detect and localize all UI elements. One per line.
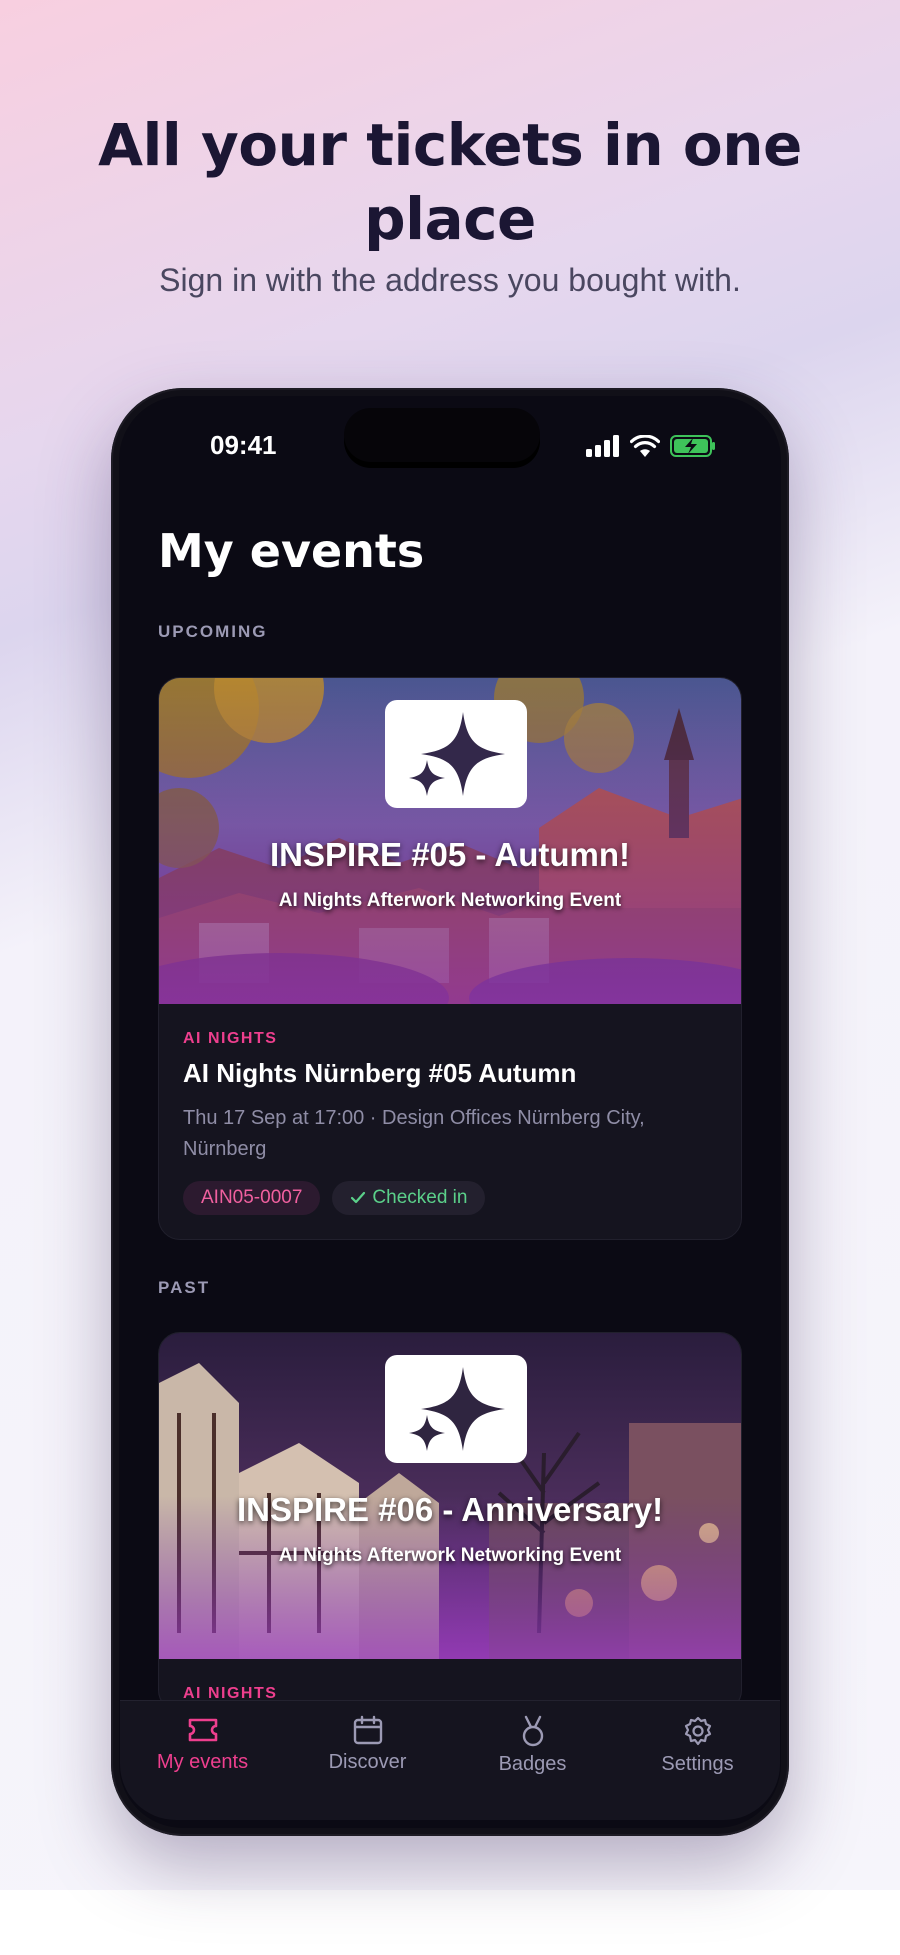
promo-headline: All your tickets in one place	[0, 108, 900, 256]
status-time: 09:41	[210, 430, 277, 460]
promo-headline-line2: place	[364, 185, 536, 253]
section-label-upcoming: UPCOMING	[158, 622, 268, 641]
promo-headline-line1: All your tickets in one	[98, 111, 802, 179]
event-chips: AIN05-0007 Checked in	[183, 1181, 717, 1215]
status-badge: Checked in	[332, 1181, 486, 1215]
ticket-code-badge: AIN05-0007	[183, 1181, 321, 1215]
event-logo	[385, 1355, 527, 1463]
event-card-past[interactable]: INSPIRE #06 - Anniversary! AI Nights Aft…	[158, 1332, 742, 1712]
ticket-code-text: AIN05-0007	[201, 1187, 303, 1208]
tab-my-events[interactable]: My events	[128, 1715, 278, 1820]
promo-subline: Sign in with the address you bought with…	[159, 262, 741, 298]
event-meta: Thu 17 Sep at 17:00 · Design Offices Nür…	[183, 1107, 645, 1160]
signal-icon	[586, 435, 619, 457]
banner-subtitle: AI Nights Afterwork Networking Event	[278, 1545, 622, 1566]
banner-title: INSPIRE #05 - Autumn!	[270, 836, 630, 873]
tab-label: Settings	[661, 1753, 734, 1775]
page-title: My events	[158, 524, 425, 578]
sparkle-logo-icon	[409, 712, 505, 796]
calendar-icon	[353, 1715, 382, 1745]
battery-charging-icon	[670, 435, 715, 457]
tab-label: Badges	[498, 1753, 567, 1775]
tab-badges[interactable]: Badges	[458, 1715, 608, 1820]
status-text: Checked in	[372, 1187, 468, 1208]
event-card-upcoming[interactable]: INSPIRE #05 - Autumn! AI Nights Afterwor…	[158, 677, 742, 1240]
tab-discover[interactable]: Discover	[293, 1715, 443, 1820]
tab-label: Discover	[328, 1751, 407, 1773]
gear-icon	[684, 1716, 711, 1746]
wifi-icon	[630, 435, 660, 457]
event-name: AI Nights Nürnberg #05 Autumn	[183, 1058, 577, 1088]
status-icons	[586, 434, 716, 458]
event-logo	[385, 700, 527, 808]
banner-subtitle: AI Nights Afterwork Networking Event	[278, 890, 622, 911]
event-card-body: AI NIGHTS AI Nights Nürnberg #05 Autumn …	[159, 1004, 741, 1239]
page-bottom-strip	[0, 1890, 900, 1955]
event-organizer: AI NIGHTS	[183, 1030, 278, 1047]
event-banner: INSPIRE #06 - Anniversary! AI Nights Aft…	[159, 1333, 741, 1659]
event-banner: INSPIRE #05 - Autumn! AI Nights Afterwor…	[159, 678, 741, 1004]
tab-label: My events	[156, 1751, 249, 1773]
bottom-tab-bar: My events Discover Badges Settings	[120, 1700, 780, 1820]
tab-settings[interactable]: Settings	[623, 1715, 773, 1820]
ticket-icon	[188, 1718, 217, 1742]
banner-title: INSPIRE #06 - Anniversary!	[236, 1491, 664, 1528]
sparkle-logo-icon	[409, 1367, 505, 1451]
section-label-past: PAST	[158, 1278, 211, 1297]
check-icon	[351, 1191, 366, 1204]
dynamic-island	[344, 408, 540, 462]
medal-icon	[522, 1715, 543, 1747]
